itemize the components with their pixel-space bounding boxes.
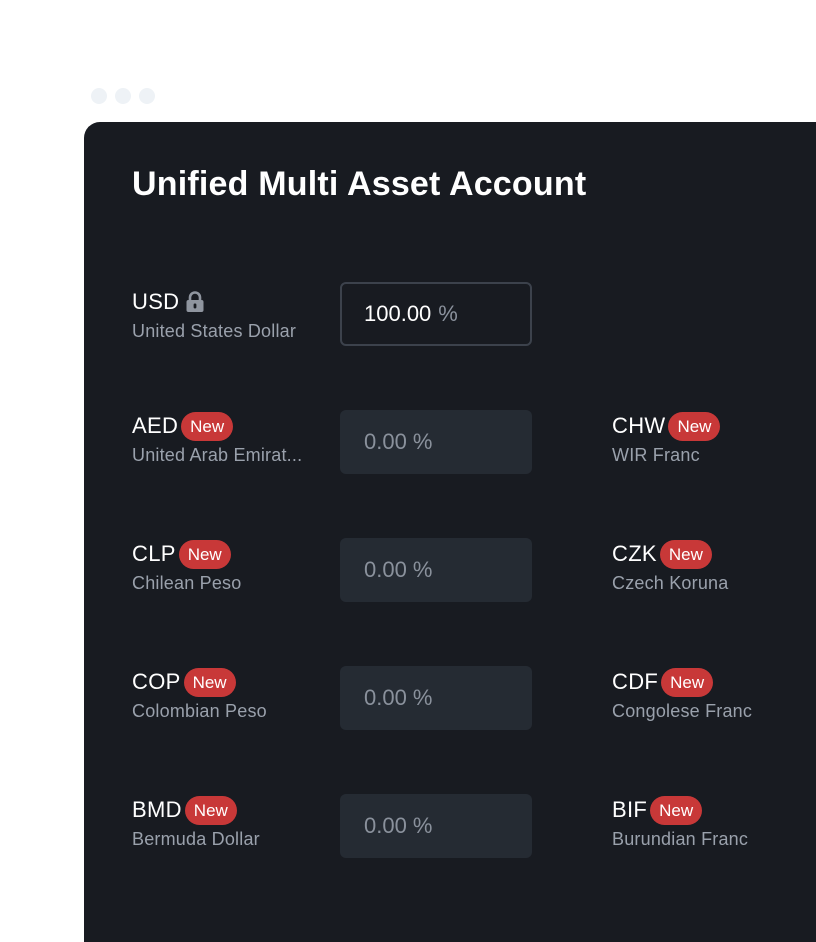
percent-input[interactable]: 0.00 % xyxy=(340,666,532,730)
currency-item: BIF New Burundian Franc xyxy=(612,794,812,850)
currency-code: USD xyxy=(132,289,180,314)
currency-row-base: USD United States Dollar 100.00 % xyxy=(84,282,816,346)
currency-code: CZK xyxy=(612,541,657,566)
new-badge: New xyxy=(659,539,712,569)
new-badge: New xyxy=(184,795,237,825)
window-dot xyxy=(91,88,107,104)
currency-code: BIF xyxy=(612,797,648,822)
currency-code: CDF xyxy=(612,669,659,694)
currency-name: United States Dollar xyxy=(132,321,297,341)
currency-name: Bermuda Dollar xyxy=(132,829,260,849)
currency-code-line: BMD New xyxy=(132,794,332,826)
percent-input[interactable]: 0.00 % xyxy=(340,538,532,602)
percent-value: 0.00 % xyxy=(364,813,433,838)
currency-name: Congolese Franc xyxy=(612,701,753,721)
currency-code: CHW xyxy=(612,413,666,438)
currency-item: COP New Colombian Peso xyxy=(132,666,332,722)
currency-code: BMD xyxy=(132,797,182,822)
currency-item: AED New United Arab Emirat... xyxy=(132,410,332,466)
new-badge: New xyxy=(668,411,721,441)
new-badge: New xyxy=(183,667,236,697)
percent-value: 100.00 xyxy=(364,301,432,326)
percent-unit: % xyxy=(438,301,458,326)
percent-input[interactable]: 0.00 % xyxy=(340,410,532,474)
percent-value: 0.00 % xyxy=(364,685,433,710)
currency-name: Chilean Peso xyxy=(132,573,242,593)
currency-name: Czech Koruna xyxy=(612,573,729,593)
currency-row: CLP New Chilean Peso 0.00 % CZK New Czec… xyxy=(84,538,816,602)
percent-value: 0.00 % xyxy=(364,557,433,582)
currency-code-line: COP New xyxy=(132,666,332,698)
currency-row: AED New United Arab Emirat... 0.00 % CHW… xyxy=(84,410,816,474)
currency-code-line: USD xyxy=(132,286,332,318)
currency-code-line: BIF New xyxy=(612,794,812,826)
currency-code: AED xyxy=(132,413,179,438)
currency-name: Burundian Franc xyxy=(612,829,749,849)
currency-code: COP xyxy=(132,669,181,694)
currency-code-line: CZK New xyxy=(612,538,812,570)
base-percent-input[interactable]: 100.00 % xyxy=(340,282,532,346)
window-dot xyxy=(139,88,155,104)
currency-code-line: CLP New xyxy=(132,538,332,570)
account-panel: Unified Multi Asset Account USD United S… xyxy=(84,122,816,942)
currency-row: COP New Colombian Peso 0.00 % CDF New Co… xyxy=(84,666,816,730)
currency-name: United Arab Emirat... xyxy=(132,445,303,465)
currency-item: CZK New Czech Koruna xyxy=(612,538,812,594)
new-badge: New xyxy=(178,539,231,569)
window-dot xyxy=(115,88,131,104)
page-title: Unified Multi Asset Account xyxy=(132,165,587,203)
currency-code-line: CHW New xyxy=(612,410,812,442)
new-badge: New xyxy=(181,411,234,441)
currency-code: CLP xyxy=(132,541,176,566)
new-badge: New xyxy=(661,667,714,697)
currency-item: USD United States Dollar xyxy=(132,286,332,342)
currency-item: CLP New Chilean Peso xyxy=(132,538,332,594)
currency-name: Colombian Peso xyxy=(132,701,267,721)
currency-name: WIR Franc xyxy=(612,445,700,465)
currency-code-line: CDF New xyxy=(612,666,812,698)
currency-code-line: AED New xyxy=(132,410,332,442)
percent-value: 0.00 % xyxy=(364,429,433,454)
percent-input[interactable]: 0.00 % xyxy=(340,794,532,858)
currency-item: CHW New WIR Franc xyxy=(612,410,812,466)
lock-icon xyxy=(185,291,205,313)
new-badge: New xyxy=(650,795,703,825)
currency-row: BMD New Bermuda Dollar 0.00 % BIF New Bu… xyxy=(84,794,816,858)
currency-item: BMD New Bermuda Dollar xyxy=(132,794,332,850)
currency-item: CDF New Congolese Franc xyxy=(612,666,812,722)
window-controls xyxy=(91,88,155,104)
